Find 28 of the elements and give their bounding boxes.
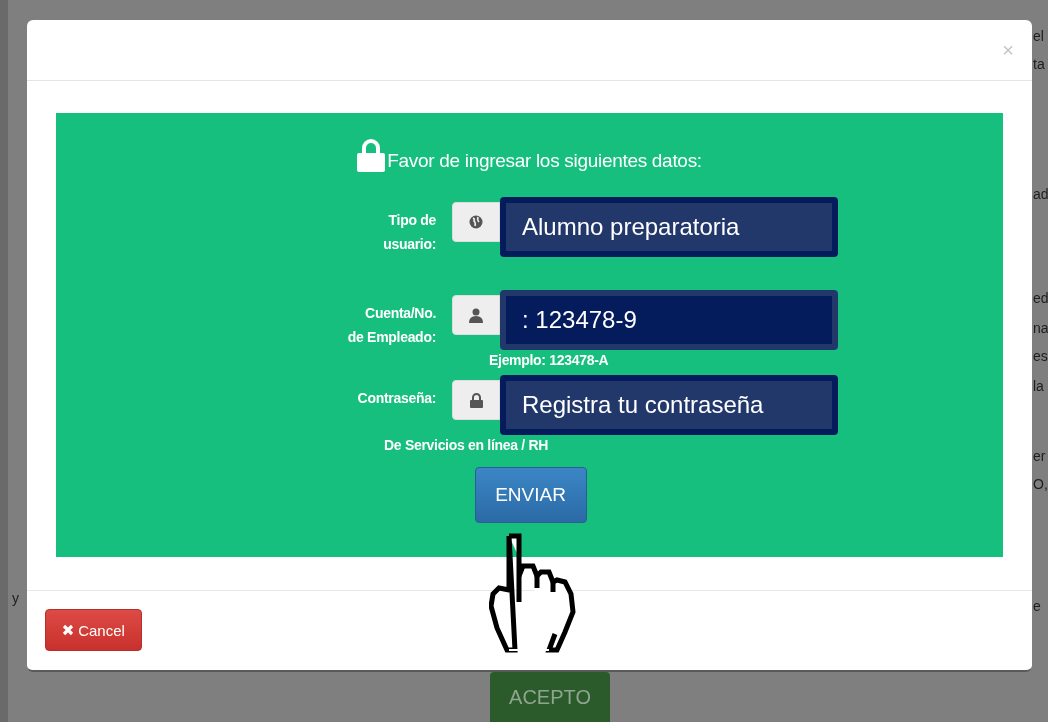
user-icon [469, 307, 483, 323]
field-label: Cuenta/No. de Empleado: [346, 304, 436, 347]
input-field[interactable]: Alumno preparatoria [500, 197, 838, 257]
background-text: ad [1033, 185, 1048, 204]
accept-button[interactable]: ACEPTO [490, 672, 610, 722]
background-text: er [1033, 447, 1047, 466]
lock-icon [357, 139, 386, 172]
background-text: y [12, 589, 19, 608]
form-heading: Favor de ingresar los siguientes datos: [387, 150, 702, 172]
input-field[interactable]: Registra tu contraseña [500, 375, 838, 435]
background-text: ta [1033, 55, 1046, 74]
background-text: na [1033, 319, 1048, 338]
lock-icon [469, 392, 483, 408]
background-text: la [1033, 377, 1045, 396]
close-icon [62, 624, 75, 636]
background-text: e [1033, 597, 1042, 616]
globe-icon [469, 215, 483, 229]
cancel-button[interactable]: Cancel [45, 609, 142, 651]
background-text: el [1033, 27, 1045, 46]
field-hint: Ejemplo: 123478-A [489, 352, 609, 368]
input-field[interactable]: : 123478-9 [500, 290, 838, 350]
background-text: O, [1033, 475, 1048, 494]
submit-button[interactable]: ENVIAR [474, 467, 587, 523]
background-text: ed [1033, 289, 1048, 308]
field-label: Contraseña: [356, 389, 436, 408]
field-label: Tipo de usuario: [382, 211, 436, 254]
background-text: es [1033, 347, 1048, 366]
field-hint: De Servicios en línea / RH [384, 437, 549, 453]
